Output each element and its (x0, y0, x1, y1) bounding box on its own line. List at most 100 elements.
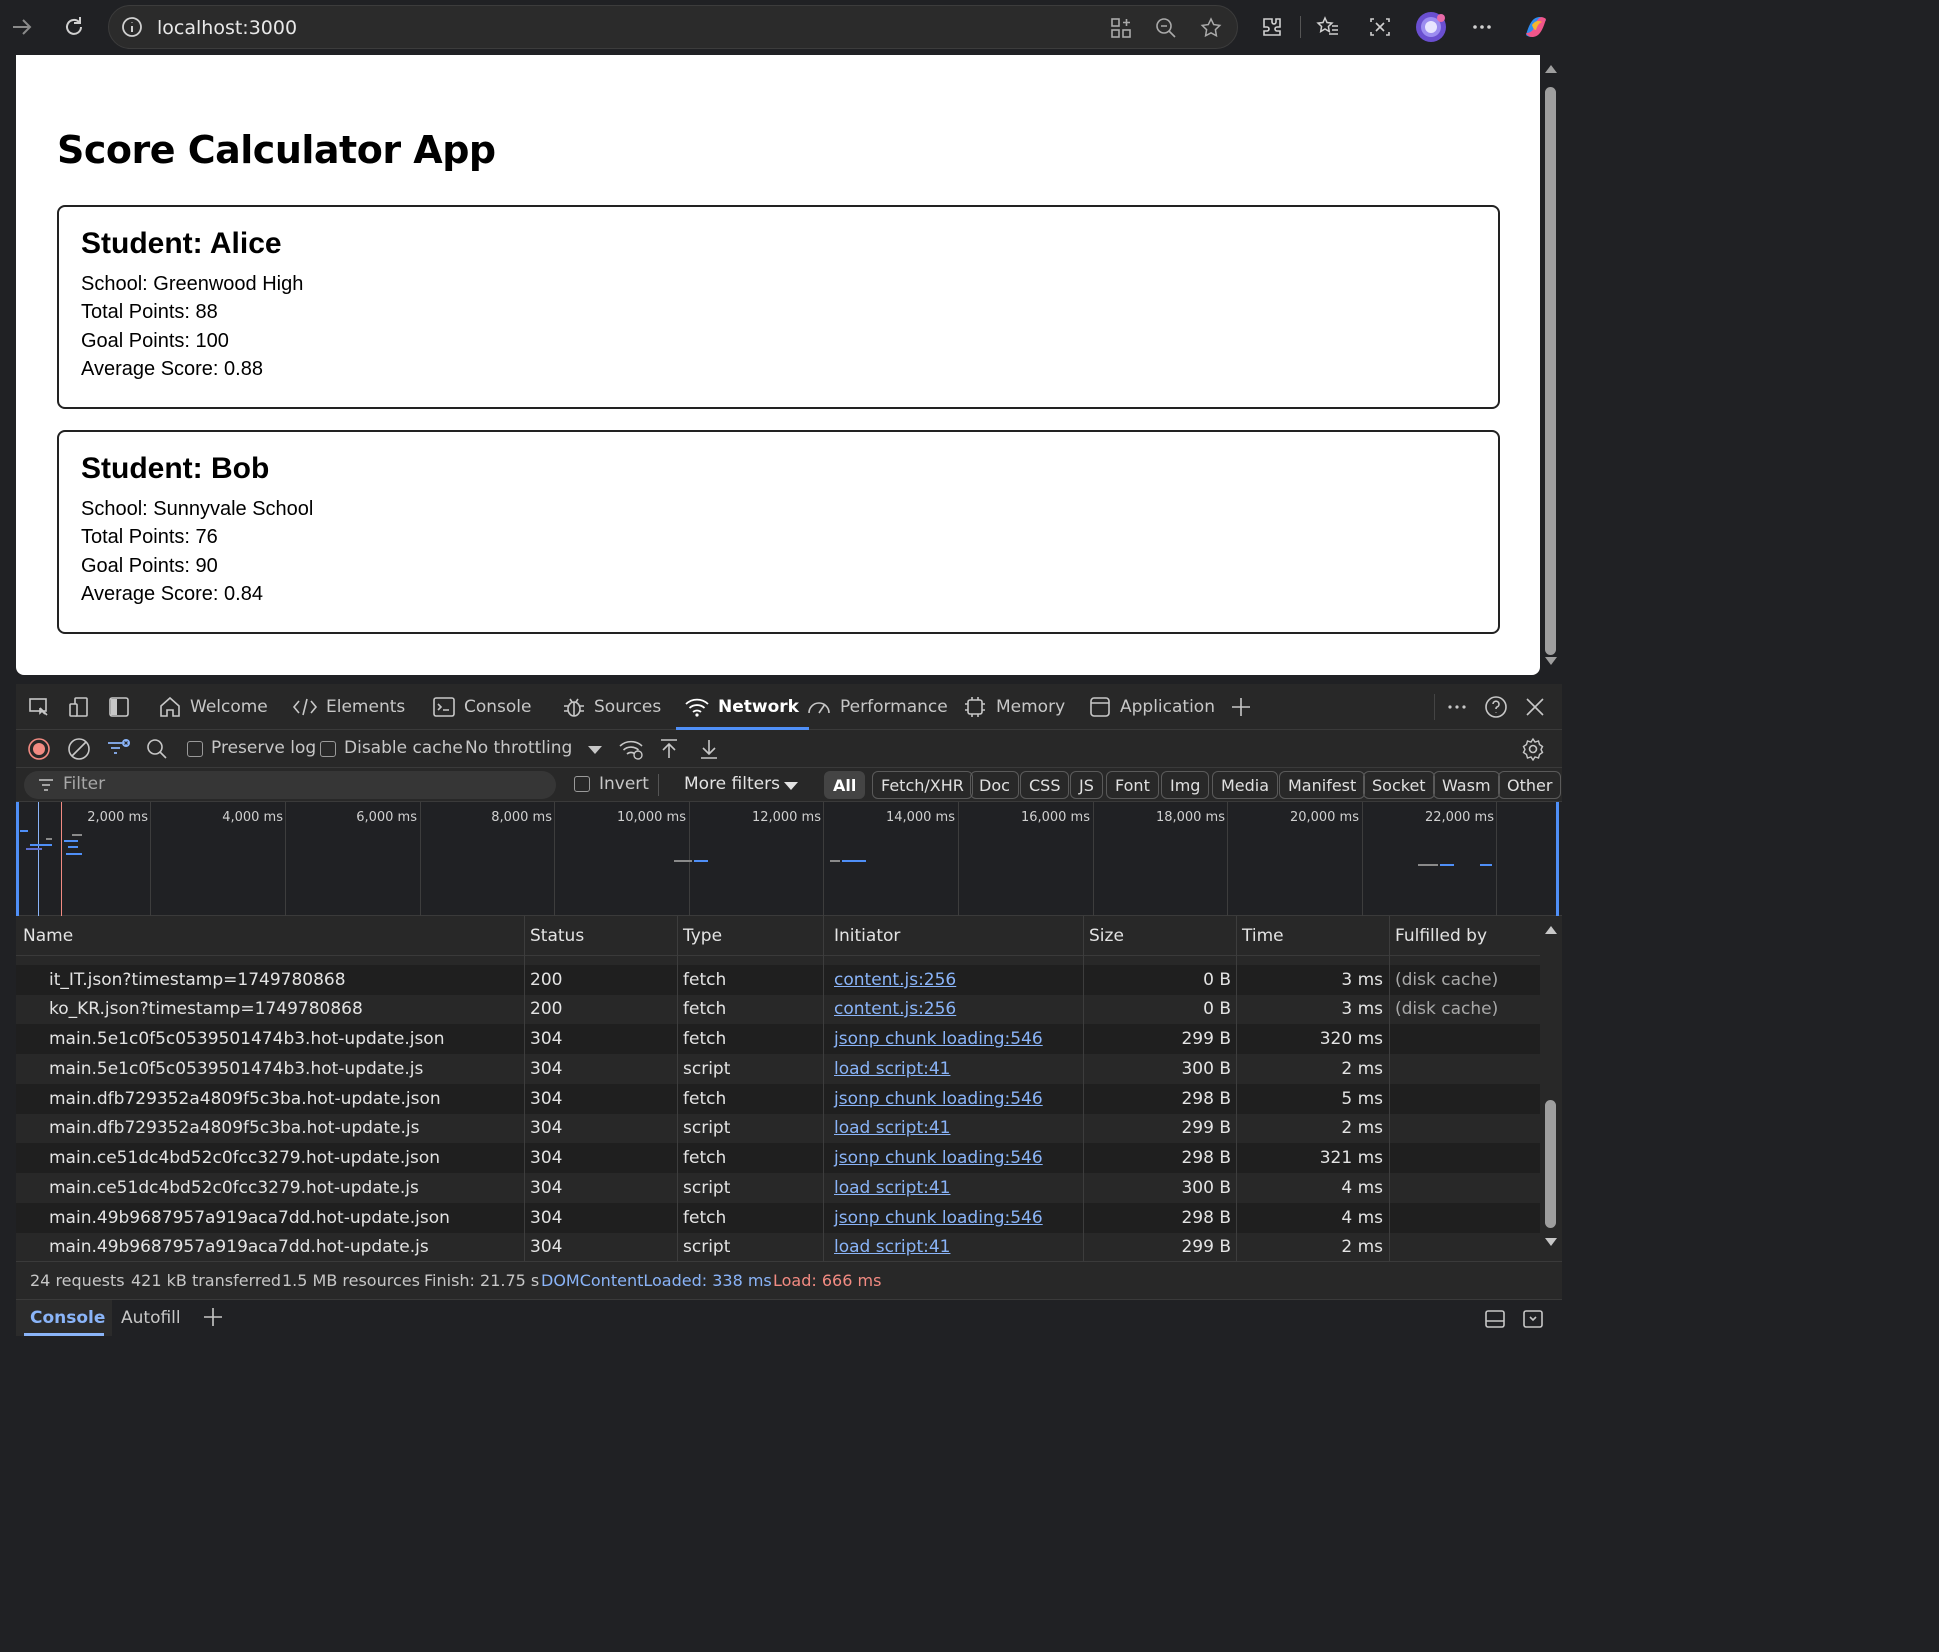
table-row[interactable]: main.dfb729352a4809f5c3ba.hot-update.jso… (16, 1084, 1540, 1114)
table-row[interactable]: ko_KR.json?timestamp=1749780868 200 fetc… (16, 994, 1540, 1024)
filter-type-font[interactable]: Font (1106, 771, 1159, 799)
tab-network[interactable]: Network (676, 684, 809, 730)
table-row[interactable]: main.49b9687957a919aca7dd.hot-update.js … (16, 1232, 1540, 1261)
filter-type-media[interactable]: Media (1212, 771, 1279, 799)
table-row[interactable]: main.5e1c0f5c0539501474b3.hot-update.jso… (16, 1024, 1540, 1054)
table-row[interactable]: main.dfb729352a4809f5c3ba.hot-update.js … (16, 1113, 1540, 1143)
tab-memory[interactable]: Memory (962, 684, 1065, 730)
filter-input[interactable]: Filter (24, 771, 556, 799)
site-info-icon[interactable] (121, 16, 143, 38)
device-toolbar-icon[interactable] (66, 694, 92, 720)
disable-cache-checkbox[interactable] (320, 741, 336, 757)
scroll-up-icon[interactable] (1545, 926, 1557, 934)
add-tab-icon[interactable] (1228, 694, 1254, 720)
network-overview[interactable]: 2,000 ms 4,000 ms 6,000 ms 8,000 ms 10,0… (16, 802, 1562, 916)
throttling-select[interactable]: No throttling (465, 738, 572, 758)
screenshot-icon[interactable] (1362, 9, 1398, 45)
filter-type-js[interactable]: JS (1070, 771, 1103, 799)
request-initiator-link[interactable]: jsonp chunk loading:546 (834, 1089, 1043, 1109)
request-initiator-link[interactable]: jsonp chunk loading:546 (834, 1208, 1043, 1228)
request-initiator-link[interactable]: load script:41 (834, 1118, 950, 1138)
filter-type-manifest[interactable]: Manifest (1279, 771, 1366, 799)
filter-type-css[interactable]: CSS (1020, 771, 1070, 799)
invert-checkbox[interactable] (574, 776, 590, 792)
more-filters-button[interactable]: More filters (684, 774, 780, 794)
record-icon[interactable] (26, 736, 52, 762)
scroll-down-icon[interactable] (1545, 657, 1557, 665)
copilot-icon[interactable] (1518, 9, 1554, 45)
profile-avatar[interactable] (1413, 9, 1449, 45)
column-type[interactable]: Type (683, 926, 722, 946)
more-icon[interactable] (1464, 9, 1500, 45)
request-list-scrollbar[interactable] (1540, 916, 1562, 1261)
table-row[interactable]: main.ce51dc4bd52c0fcc3279.hot-update.js … (16, 1173, 1540, 1203)
request-time: 2 ms (1341, 1059, 1383, 1079)
request-size: 300 B (1181, 1059, 1231, 1079)
table-row[interactable]: main.ce51dc4bd52c0fcc3279.hot-update.jso… (16, 1143, 1540, 1173)
drawer-tab-autofill[interactable]: Autofill (121, 1308, 181, 1328)
more-tools-icon[interactable] (1444, 694, 1470, 720)
table-row[interactable]: main.5e1c0f5c0539501474b3.hot-update.js … (16, 1054, 1540, 1084)
close-drawer-icon[interactable] (1520, 1306, 1546, 1332)
table-row[interactable]: it_IT.json?timestamp=1749780868 200 fetc… (16, 965, 1540, 995)
filter-toggle-icon[interactable] (106, 736, 132, 762)
request-initiator-link[interactable]: load script:41 (834, 1178, 950, 1198)
request-initiator-link[interactable]: content.js:256 (834, 999, 956, 1019)
filter-type-other[interactable]: Other (1498, 771, 1562, 799)
clear-icon[interactable] (66, 736, 92, 762)
inspect-element-icon[interactable] (26, 694, 52, 720)
forward-icon[interactable] (4, 9, 40, 45)
close-icon[interactable] (1522, 694, 1548, 720)
filter-type-wasm[interactable]: Wasm (1433, 771, 1500, 799)
request-initiator-link[interactable]: jsonp chunk loading:546 (834, 1148, 1043, 1168)
filter-type-all[interactable]: All (824, 771, 866, 799)
export-har-icon[interactable] (696, 736, 722, 762)
add-drawer-tab-icon[interactable] (200, 1304, 226, 1330)
network-settings-icon[interactable] (1520, 736, 1546, 762)
app-grid-icon[interactable] (1109, 16, 1133, 40)
column-time[interactable]: Time (1242, 926, 1284, 946)
column-size[interactable]: Size (1089, 926, 1124, 946)
request-initiator-link[interactable]: jsonp chunk loading:546 (834, 1029, 1043, 1049)
scroll-down-icon[interactable] (1545, 1238, 1557, 1246)
extensions-icon[interactable] (1254, 9, 1290, 45)
filter-type-socket[interactable]: Socket (1363, 771, 1435, 799)
request-initiator-link[interactable]: load script:41 (834, 1237, 950, 1257)
column-fulfilled-by[interactable]: Fulfilled by (1395, 926, 1487, 946)
search-icon[interactable] (144, 736, 170, 762)
column-name[interactable]: Name (23, 926, 73, 946)
tab-elements[interactable]: Elements (292, 684, 405, 730)
tab-performance[interactable]: Performance (806, 684, 948, 730)
favorites-icon[interactable] (1310, 9, 1346, 45)
dock-drawer-icon[interactable] (1482, 1306, 1508, 1332)
drawer-tab-console[interactable]: Console (30, 1308, 105, 1328)
filter-type-fetch-xhr[interactable]: Fetch/XHR (872, 771, 973, 799)
filter-type-img[interactable]: Img (1161, 771, 1210, 799)
table-row[interactable]: main.49b9687957a919aca7dd.hot-update.jso… (16, 1203, 1540, 1233)
column-status[interactable]: Status (530, 926, 584, 946)
scroll-thumb[interactable] (1545, 87, 1556, 655)
preserve-log-checkbox[interactable] (187, 741, 203, 757)
tab-welcome[interactable]: Welcome (158, 684, 268, 730)
page-scrollbar[interactable] (1540, 55, 1562, 675)
throttling-dropdown-icon[interactable] (588, 746, 602, 754)
import-har-icon[interactable] (656, 736, 682, 762)
zoom-out-icon[interactable] (1154, 16, 1178, 40)
filter-type-doc[interactable]: Doc (970, 771, 1019, 799)
disable-cache-label: Disable cache (344, 738, 463, 758)
favorite-star-icon[interactable] (1199, 16, 1223, 40)
reload-icon[interactable] (56, 9, 92, 45)
address-bar[interactable]: localhost:3000 (108, 5, 1238, 49)
tab-application[interactable]: Application (1088, 684, 1215, 730)
tab-sources[interactable]: Sources (562, 684, 661, 730)
more-filters-dropdown-icon[interactable] (784, 782, 798, 790)
scroll-up-icon[interactable] (1545, 65, 1557, 73)
help-icon[interactable] (1483, 694, 1509, 720)
scroll-thumb[interactable] (1545, 1100, 1556, 1228)
dock-side-icon[interactable] (106, 694, 132, 720)
tab-console[interactable]: Console (432, 684, 532, 730)
network-conditions-icon[interactable] (618, 736, 644, 762)
column-initiator[interactable]: Initiator (834, 926, 900, 946)
request-initiator-link[interactable]: content.js:256 (834, 970, 956, 990)
request-initiator-link[interactable]: load script:41 (834, 1059, 950, 1079)
